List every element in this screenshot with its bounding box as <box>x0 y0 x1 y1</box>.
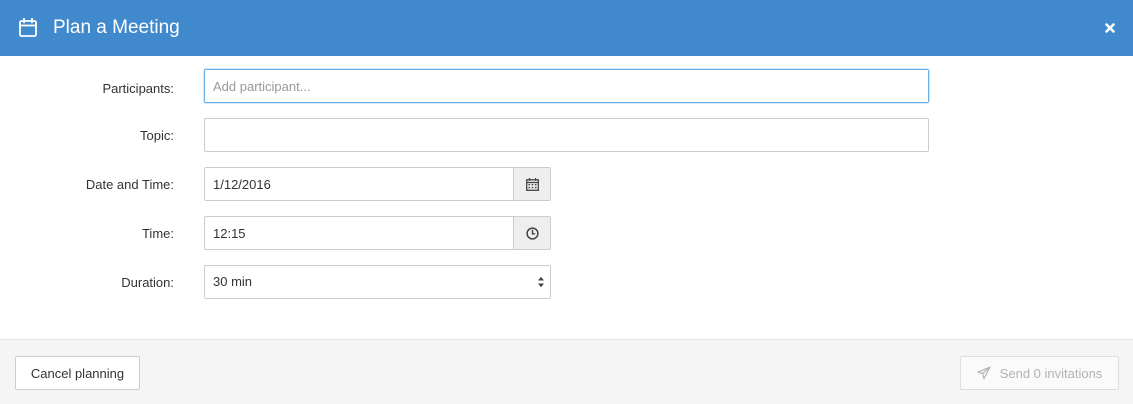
send-invitations-label: Send 0 invitations <box>999 365 1103 381</box>
close-button[interactable] <box>1104 18 1116 37</box>
calendar-icon <box>19 18 37 37</box>
clock-icon <box>525 226 539 240</box>
plan-meeting-dialog: Plan a Meeting Participants: Topic: Date… <box>0 0 1133 404</box>
cancel-planning-button[interactable]: Cancel planning <box>15 356 140 390</box>
date-label: Date and Time: <box>85 177 174 192</box>
topic-label: Topic: <box>140 128 174 143</box>
duration-selected-value: 30 min <box>204 265 551 299</box>
date-picker-button[interactable] <box>513 167 551 201</box>
duration-label: Duration: <box>121 275 174 290</box>
duration-select[interactable]: 30 min <box>204 265 551 299</box>
dialog-title: Plan a Meeting <box>53 17 180 38</box>
time-picker-button[interactable] <box>513 216 551 250</box>
send-invitations-button[interactable]: Send 0 invitations <box>960 356 1119 390</box>
dialog-header: Plan a Meeting <box>0 0 1133 56</box>
close-icon <box>1105 22 1115 33</box>
participants-label: Participants: <box>102 81 174 96</box>
calendar-icon <box>525 177 539 191</box>
paper-plane-icon <box>977 366 991 380</box>
time-input[interactable] <box>204 216 514 250</box>
topic-input[interactable] <box>204 118 929 152</box>
time-label: Time: <box>141 226 174 241</box>
date-input[interactable] <box>204 167 514 201</box>
dialog-footer: Cancel planning Send 0 invitations <box>0 339 1133 404</box>
participants-input[interactable] <box>204 69 929 103</box>
cancel-planning-label: Cancel planning <box>30 365 125 381</box>
